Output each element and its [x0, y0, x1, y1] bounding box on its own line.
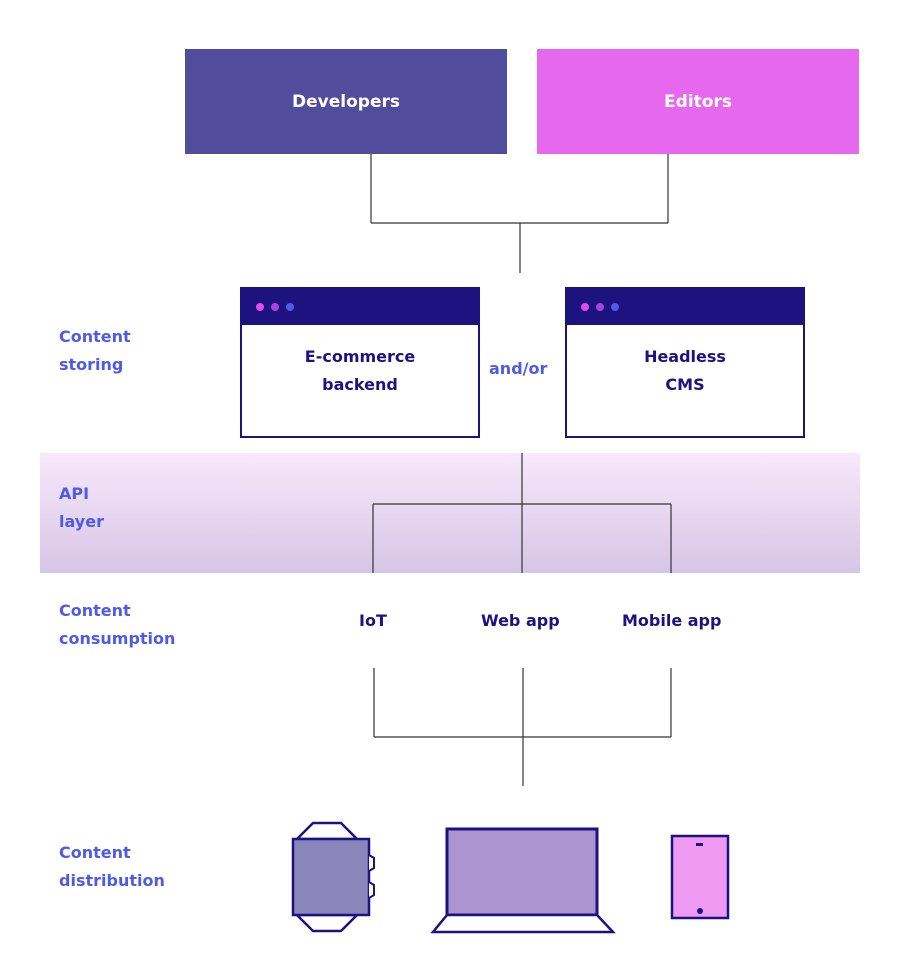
- label-content-storing: Content storing: [59, 327, 131, 374]
- tablet-icon: [670, 834, 730, 920]
- dot-icon: [611, 303, 619, 311]
- ecommerce-line1: E-commerce: [304, 347, 416, 366]
- iot-device-icon: [291, 821, 375, 933]
- dot-icon: [286, 303, 294, 311]
- app-iot: IoT: [359, 611, 387, 630]
- window-titlebar: [242, 289, 478, 325]
- label-content-consumption: Content consumption: [59, 601, 176, 648]
- cms-line1: Headless: [644, 347, 726, 366]
- label-api-layer: API layer: [59, 484, 104, 531]
- ecommerce-backend-window: E-commerce backend: [240, 287, 480, 438]
- dot-icon: [596, 303, 604, 311]
- ecommerce-line2: backend: [322, 375, 398, 394]
- headless-cms-window: Headless CMS: [565, 287, 805, 438]
- app-mobile: Mobile app: [622, 611, 722, 630]
- dot-icon: [256, 303, 264, 311]
- window-titlebar: [567, 289, 803, 325]
- and-or-connector: and/or: [489, 359, 548, 378]
- dot-icon: [271, 303, 279, 311]
- laptop-icon: [430, 827, 616, 934]
- cms-line2: CMS: [665, 375, 705, 394]
- app-web: Web app: [481, 611, 560, 630]
- dot-icon: [581, 303, 589, 311]
- label-content-distribution: Content distribution: [59, 843, 165, 890]
